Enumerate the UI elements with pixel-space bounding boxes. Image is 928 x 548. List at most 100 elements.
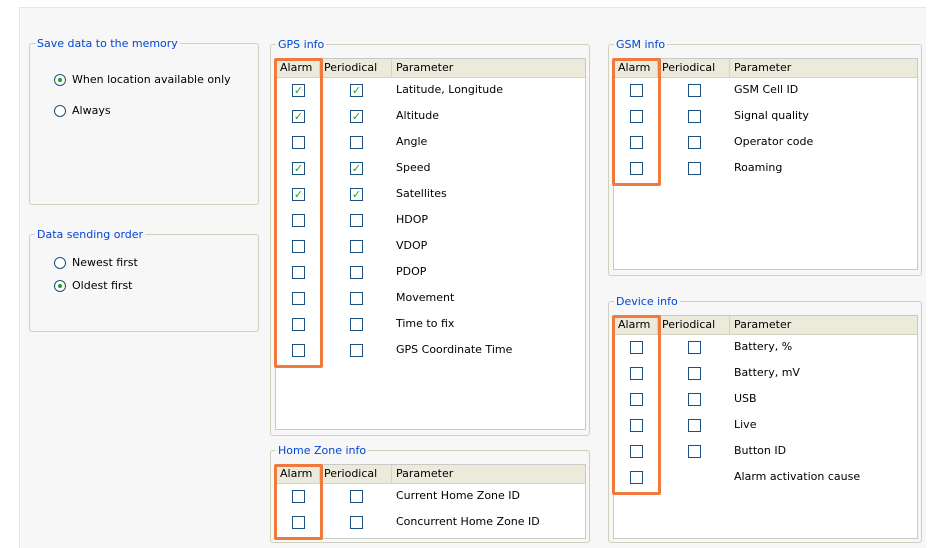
save-data-group: Save data to the memory: [29, 37, 259, 205]
periodical-checkbox[interactable]: [350, 266, 363, 279]
alarm-checkbox[interactable]: ✓: [292, 84, 305, 97]
parameter-name: Live: [734, 418, 757, 431]
grid-header: Alarm Periodical Parameter: [276, 465, 585, 484]
alarm-checkbox[interactable]: [292, 516, 305, 529]
alarm-checkbox[interactable]: [630, 110, 643, 123]
periodical-checkbox[interactable]: [350, 136, 363, 149]
column-alarm[interactable]: Alarm: [276, 465, 320, 483]
table-row: GPS Coordinate Time: [276, 337, 585, 363]
alarm-checkbox[interactable]: [630, 367, 643, 380]
table-row: Battery, %: [614, 334, 917, 360]
periodical-checkbox[interactable]: [688, 341, 701, 354]
column-parameter[interactable]: Parameter: [392, 59, 585, 77]
alarm-checkbox[interactable]: [630, 84, 643, 97]
radio-label: Newest first: [72, 256, 138, 269]
alarm-checkbox[interactable]: [292, 490, 305, 503]
radio-label: When location available only: [72, 73, 231, 86]
radio-icon[interactable]: [54, 256, 66, 269]
alarm-checkbox[interactable]: [292, 240, 305, 253]
grid-header: Alarm Periodical Parameter: [614, 59, 917, 78]
periodical-checkbox[interactable]: [688, 110, 701, 123]
gps-info-title: GPS info: [278, 38, 325, 51]
table-row: ✓ ✓ Latitude, Longitude: [276, 77, 585, 103]
alarm-checkbox[interactable]: ✓: [292, 110, 305, 123]
table-row: Movement: [276, 285, 585, 311]
parameter-name: HDOP: [396, 213, 429, 226]
column-parameter[interactable]: Parameter: [730, 59, 917, 77]
periodical-checkbox[interactable]: [688, 367, 701, 380]
parameter-name: Operator code: [734, 135, 814, 148]
alarm-checkbox[interactable]: [630, 393, 643, 406]
periodical-checkbox[interactable]: [350, 344, 363, 357]
radio-always[interactable]: Always: [54, 104, 111, 117]
column-periodical[interactable]: Periodical: [658, 316, 730, 334]
grid-header: Alarm Periodical Parameter: [614, 316, 917, 335]
gsm-info-title: GSM info: [616, 38, 666, 51]
periodical-checkbox[interactable]: [688, 445, 701, 458]
column-parameter[interactable]: Parameter: [730, 316, 917, 334]
periodical-checkbox[interactable]: ✓: [350, 110, 363, 123]
periodical-checkbox[interactable]: ✓: [350, 188, 363, 201]
gps-info-grid: Alarm Periodical Parameter ✓ ✓ Latitude, Long…: [274, 58, 586, 430]
alarm-checkbox[interactable]: [630, 341, 643, 354]
periodical-checkbox[interactable]: [350, 214, 363, 227]
home-zone-title: Home Zone info: [278, 444, 367, 457]
table-row: Operator code: [614, 129, 917, 155]
periodical-checkbox[interactable]: [350, 516, 363, 529]
column-periodical[interactable]: Periodical: [658, 59, 730, 77]
column-alarm[interactable]: Alarm: [614, 316, 658, 334]
alarm-checkbox[interactable]: ✓: [292, 162, 305, 175]
sending-order-title: Data sending order: [37, 228, 144, 241]
alarm-checkbox[interactable]: [630, 419, 643, 432]
periodical-checkbox[interactable]: [688, 393, 701, 406]
radio-oldest-first[interactable]: Oldest first: [54, 279, 133, 292]
column-periodical[interactable]: Periodical: [320, 59, 392, 77]
parameter-name: PDOP: [396, 265, 427, 278]
periodical-checkbox[interactable]: [350, 240, 363, 253]
alarm-checkbox[interactable]: [292, 214, 305, 227]
alarm-checkbox[interactable]: [630, 471, 643, 484]
periodical-checkbox[interactable]: [688, 136, 701, 149]
column-periodical[interactable]: Periodical: [320, 465, 392, 483]
parameter-name: VDOP: [396, 239, 428, 252]
alarm-checkbox[interactable]: [292, 292, 305, 305]
column-parameter[interactable]: Parameter: [392, 465, 585, 483]
radio-label: Oldest first: [72, 279, 133, 292]
radio-icon[interactable]: [54, 104, 66, 117]
column-alarm[interactable]: Alarm: [276, 59, 320, 77]
periodical-checkbox[interactable]: [688, 84, 701, 97]
alarm-checkbox[interactable]: [292, 344, 305, 357]
periodical-checkbox[interactable]: ✓: [350, 84, 363, 97]
alarm-checkbox[interactable]: [292, 136, 305, 149]
parameter-name: Concurrent Home Zone ID: [396, 515, 540, 528]
radio-icon[interactable]: [54, 73, 66, 86]
parameter-name: Battery, mV: [734, 366, 800, 379]
column-alarm[interactable]: Alarm: [614, 59, 658, 77]
radio-newest-first[interactable]: Newest first: [54, 256, 138, 269]
periodical-checkbox[interactable]: [350, 318, 363, 331]
periodical-checkbox[interactable]: ✓: [350, 162, 363, 175]
alarm-checkbox[interactable]: [630, 136, 643, 149]
radio-icon[interactable]: [54, 279, 66, 292]
device-info-title: Device info: [616, 295, 678, 308]
periodical-checkbox[interactable]: [688, 162, 701, 175]
table-row: VDOP: [276, 233, 585, 259]
parameter-name: GPS Coordinate Time: [396, 343, 513, 356]
alarm-checkbox[interactable]: [292, 318, 305, 331]
periodical-checkbox[interactable]: [350, 292, 363, 305]
table-row: Current Home Zone ID: [276, 483, 585, 509]
table-row: HDOP: [276, 207, 585, 233]
periodical-checkbox[interactable]: [350, 490, 363, 503]
alarm-checkbox[interactable]: [292, 266, 305, 279]
grid-header: Alarm Periodical Parameter: [276, 59, 585, 78]
table-row: Live: [614, 412, 917, 438]
alarm-checkbox[interactable]: ✓: [292, 188, 305, 201]
radio-when-location[interactable]: When location available only: [54, 73, 231, 86]
alarm-checkbox[interactable]: [630, 445, 643, 458]
alarm-checkbox[interactable]: [630, 162, 643, 175]
periodical-checkbox[interactable]: [688, 419, 701, 432]
table-row: ✓ ✓ Speed: [276, 155, 585, 181]
parameter-name: USB: [734, 392, 757, 405]
parameter-name: Speed: [396, 161, 431, 174]
table-row: GSM Cell ID: [614, 77, 917, 103]
